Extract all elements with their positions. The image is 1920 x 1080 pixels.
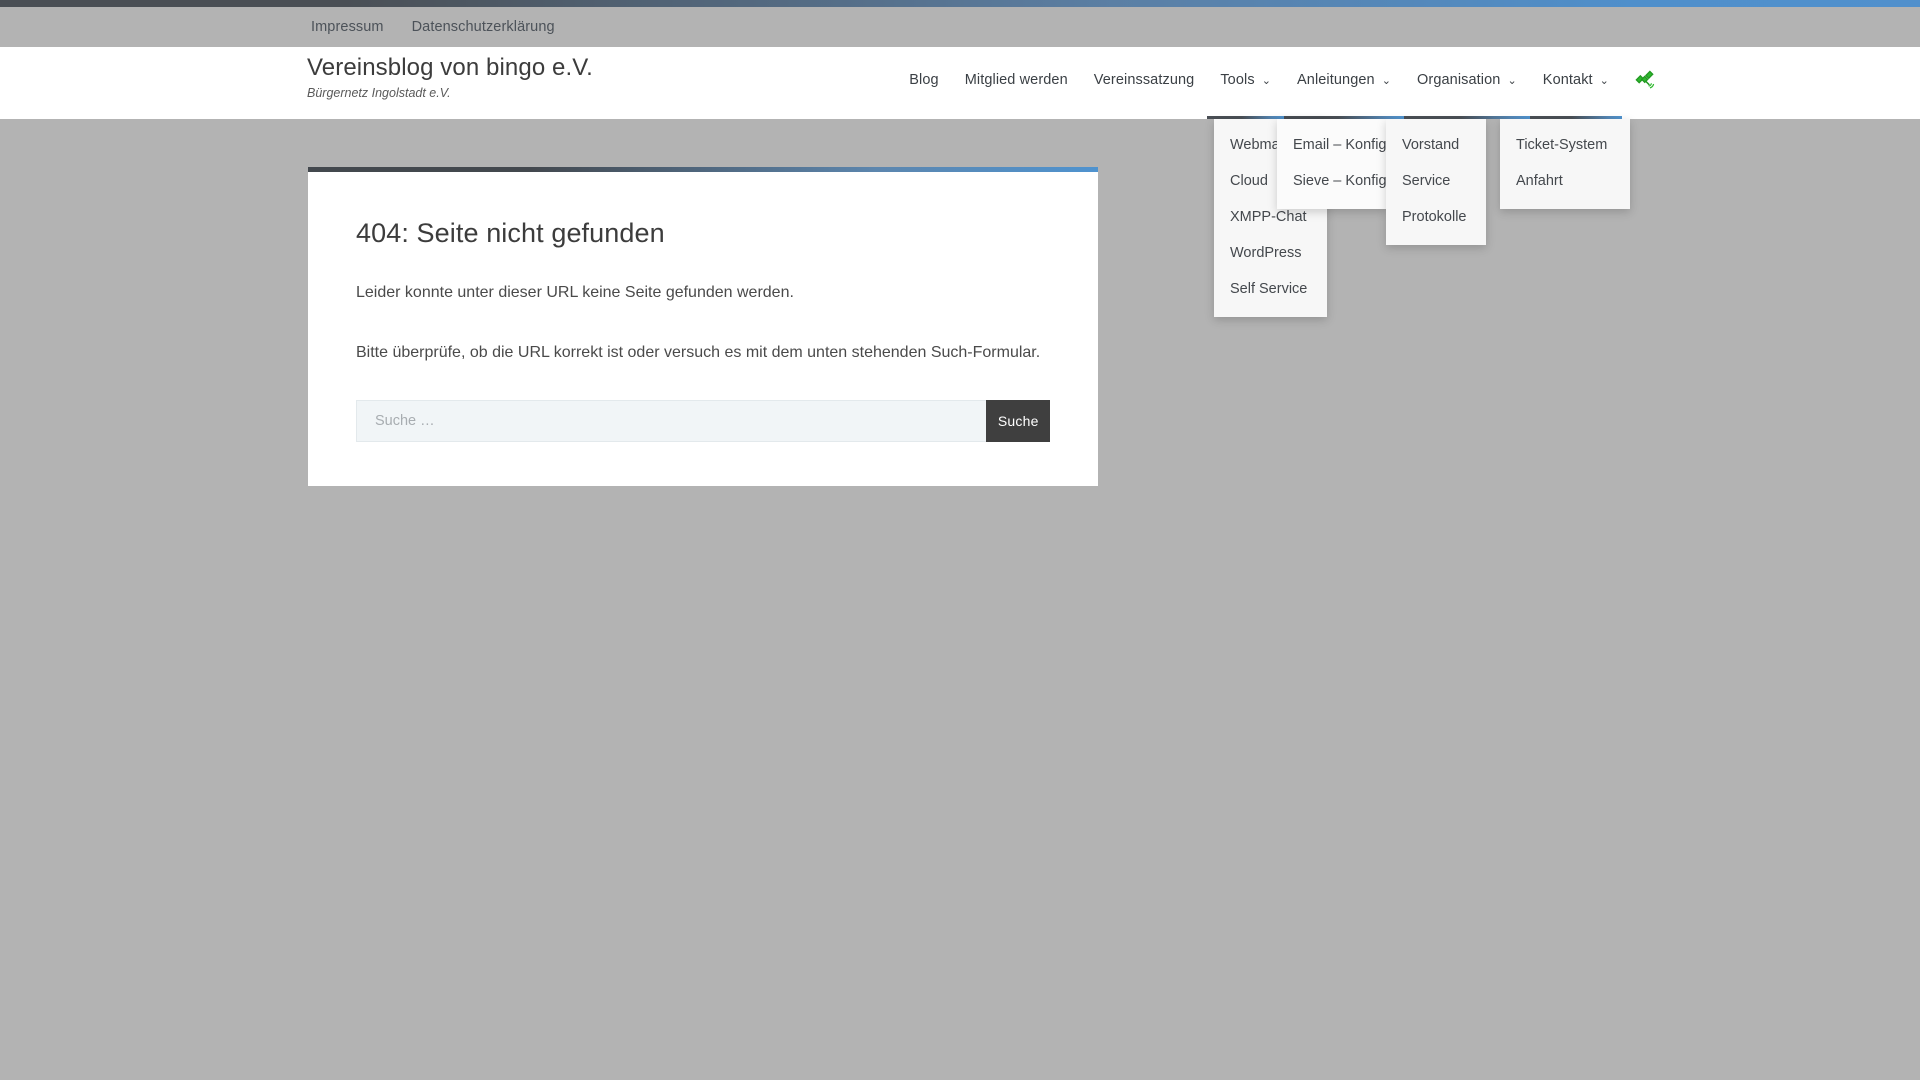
nav-item-vereinssatzung[interactable]: Vereinssatzung	[1081, 40, 1208, 119]
nav-item-label: Anleitungen	[1297, 71, 1375, 88]
dropdown-item-anfahrt[interactable]: Anfahrt	[1500, 163, 1630, 199]
nav-item-label: Blog	[909, 71, 939, 88]
error-paragraph-1: Leider konnte unter dieser URL keine Sei…	[356, 284, 794, 301]
error-paragraph-2: Bitte überprüfe, ob die URL korrekt ist …	[356, 344, 1041, 361]
site-branding[interactable]: Vereinsblog von bingo e.V. Bürgernetz In…	[307, 54, 593, 102]
nav-item-label: Tools	[1220, 71, 1255, 88]
satellite-icon-svg	[1635, 70, 1655, 88]
dropdown-item-self-service[interactable]: Self Service	[1214, 271, 1327, 307]
primary-navigation: Blog Mitglied werden Vereinssatzung Tool…	[896, 40, 1668, 119]
dropdown-item-ticket-system[interactable]: Ticket-System	[1500, 127, 1630, 163]
chevron-down-icon: ⌄	[1261, 75, 1272, 87]
dropdown-item-wordpress[interactable]: WordPress	[1214, 235, 1327, 271]
content-card: 404: Seite nicht gefunden Leider konnte …	[308, 167, 1098, 486]
site-title[interactable]: Vereinsblog von bingo e.V.	[307, 54, 593, 82]
dropdown-anleitungen: Email – Konfiguration Sieve – Konfigurat…	[1277, 119, 1387, 209]
search-submit-button[interactable]: Suche	[986, 400, 1050, 442]
nav-item-mitglied-werden[interactable]: Mitglied werden	[952, 40, 1081, 119]
dropdown-item-protokolle[interactable]: Protokolle	[1386, 199, 1486, 235]
card-accent-bar	[308, 167, 1098, 172]
search-input[interactable]	[356, 400, 987, 442]
nav-item-kontakt[interactable]: Kontakt ⌄	[1529, 40, 1623, 119]
chevron-down-icon: ⌄	[1381, 75, 1392, 87]
nav-item-label: Vereinssatzung	[1093, 71, 1195, 88]
dropdown-kontakt: Ticket-System Anfahrt	[1500, 119, 1630, 209]
dropdown-organisation: Vorstand Service Protokolle	[1386, 119, 1486, 245]
card-body: 404: Seite nicht gefunden Leider konnte …	[308, 172, 1098, 486]
chevron-down-icon: ⌄	[1507, 75, 1517, 87]
utility-nav-bar: Impressum Datenschutzerklärung	[0, 7, 1920, 47]
satellite-icon[interactable]	[1622, 40, 1668, 119]
dropdown-item-email-konfiguration[interactable]: Email – Konfiguration	[1277, 127, 1387, 163]
nav-item-blog[interactable]: Blog	[896, 40, 951, 119]
site-tagline: Bürgernetz Ingolstadt e.V.	[307, 86, 451, 100]
nav-item-organisation[interactable]: Organisation ⌄	[1404, 40, 1530, 119]
nav-item-label: Mitglied werden	[964, 71, 1068, 88]
chevron-down-icon: ⌄	[1599, 75, 1609, 87]
nav-item-anleitungen[interactable]: Anleitungen ⌄	[1284, 40, 1405, 119]
top-accent-bar	[0, 0, 1920, 7]
site-header: Vereinsblog von bingo e.V. Bürgernetz In…	[0, 40, 1920, 119]
utility-link-impressum[interactable]: Impressum	[311, 19, 384, 35]
dropdown-item-service[interactable]: Service	[1386, 163, 1486, 199]
page-title: 404: Seite nicht gefunden	[356, 218, 665, 248]
dropdown-item-sieve-konfiguration[interactable]: Sieve – Konfiguration	[1277, 163, 1387, 199]
dropdown-item-vorstand[interactable]: Vorstand	[1386, 127, 1486, 163]
utility-link-datenschutz[interactable]: Datenschutzerklärung	[412, 19, 555, 35]
nav-item-label: Kontakt	[1542, 71, 1593, 88]
search-form: Suche	[356, 400, 1050, 442]
nav-item-tools[interactable]: Tools ⌄	[1207, 40, 1284, 119]
nav-item-label: Organisation	[1417, 71, 1501, 88]
